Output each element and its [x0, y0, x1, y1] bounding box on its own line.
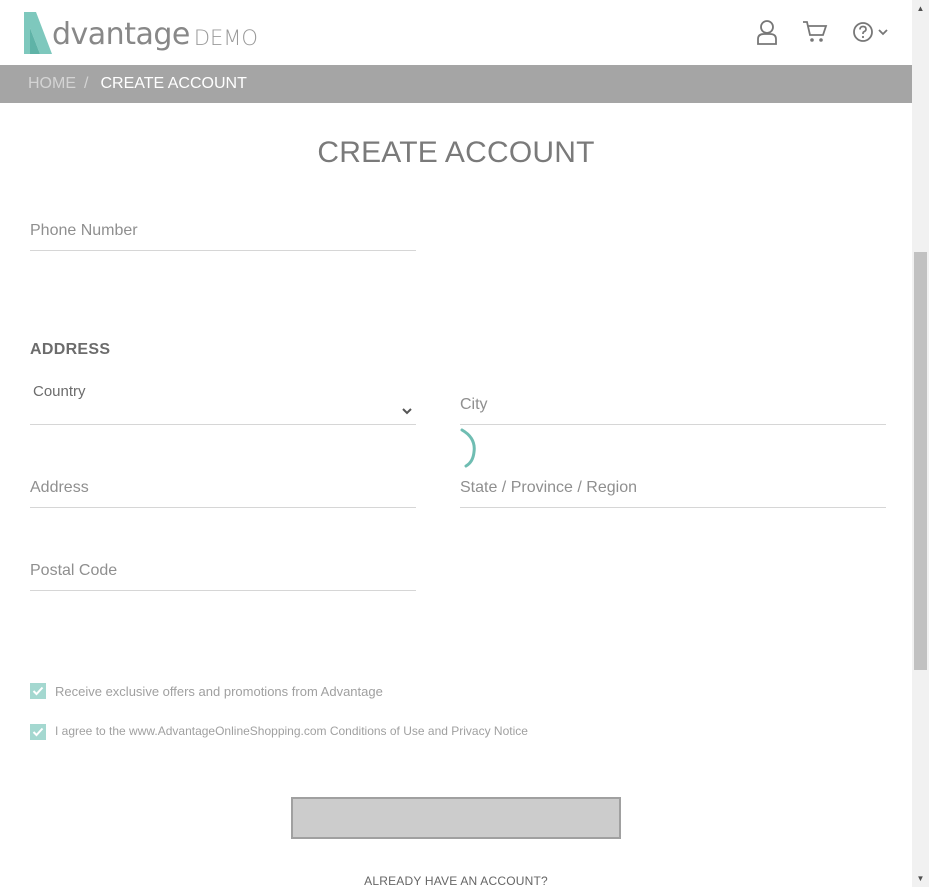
checkmark-icon — [32, 686, 44, 696]
chevron-down-icon — [402, 408, 412, 415]
chevron-down-icon — [877, 29, 888, 36]
postal-code-input[interactable] — [30, 562, 416, 580]
postal-code-field — [30, 562, 416, 591]
logo-mark-icon — [22, 10, 54, 56]
site-header: dvantage DEMO — [0, 0, 912, 65]
country-label: Country — [33, 383, 86, 400]
breadcrumb-home[interactable]: HOME — [28, 75, 76, 93]
loading-spinner-icon — [458, 428, 480, 470]
vertical-scrollbar[interactable]: ▲ ▼ — [912, 0, 929, 887]
breadcrumb-current: CREATE ACCOUNT — [100, 75, 247, 92]
city-field — [460, 396, 886, 425]
breadcrumb-separator: / — [84, 75, 89, 92]
state-input[interactable] — [460, 479, 886, 497]
offers-checkbox-row: Receive exclusive offers and promotions … — [30, 683, 383, 699]
help-icon — [852, 22, 873, 42]
page-title: CREATE ACCOUNT — [317, 136, 595, 169]
scrollbar-thumb[interactable] — [914, 252, 927, 670]
scroll-down-arrow-icon[interactable]: ▼ — [912, 870, 929, 887]
address-input[interactable] — [30, 479, 416, 497]
breadcrumb: HOME / CREATE ACCOUNT — [0, 65, 912, 103]
brand-logo[interactable]: dvantage DEMO — [22, 8, 258, 56]
help-menu[interactable] — [850, 18, 890, 46]
address-section-heading: ADDRESS — [30, 341, 111, 358]
cart-icon[interactable] — [802, 18, 828, 46]
already-have-account-link[interactable]: ALREADY HAVE AN ACCOUNT? — [0, 874, 912, 887]
country-select[interactable] — [30, 402, 416, 425]
phone-field — [30, 222, 416, 251]
user-icon[interactable] — [754, 18, 780, 46]
terms-checkbox-row: I agree to the www.AdvantageOnlineShoppi… — [30, 721, 528, 740]
scroll-up-arrow-icon[interactable]: ▲ — [912, 0, 929, 17]
state-field — [460, 479, 886, 508]
terms-checkbox-label: I agree to the www.AdvantageOnlineShoppi… — [55, 723, 528, 738]
register-button[interactable] — [291, 797, 621, 839]
checkmark-icon — [32, 727, 44, 737]
logo-suffix: DEMO — [193, 26, 258, 50]
city-input[interactable] — [460, 396, 886, 414]
address-field — [30, 479, 416, 508]
terms-checkbox[interactable] — [30, 724, 46, 740]
offers-checkbox-label: Receive exclusive offers and promotions … — [55, 683, 383, 699]
offers-checkbox[interactable] — [30, 683, 46, 699]
header-actions — [754, 18, 890, 46]
phone-input[interactable] — [30, 222, 416, 240]
logo-text: dvantage — [52, 17, 190, 52]
